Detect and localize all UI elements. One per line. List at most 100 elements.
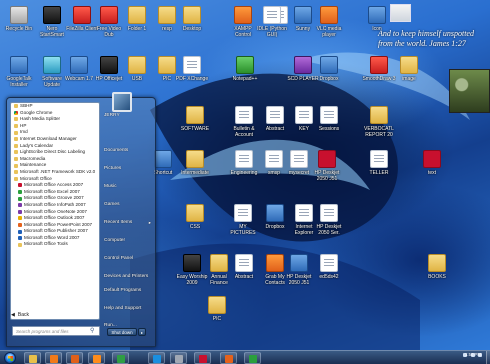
program-list-item[interactable]: Microsoft Office PowerPoint 2007 — [11, 222, 99, 229]
program-list-item[interactable]: Microsoft Office Excel 2007 — [11, 189, 99, 196]
program-label: Microsoft Office PowerPoint 2007 — [24, 221, 93, 227]
desktop-icon[interactable]: Abstract — [227, 254, 261, 280]
program-label: Maintenance — [20, 162, 47, 168]
desktop-icon[interactable]: PDF XChange — [175, 56, 209, 82]
program-list-item[interactable]: Microsoft Office Tools — [11, 241, 99, 248]
desktop-icon[interactable]: Nero StartSmart Essentials — [35, 6, 69, 38]
clock[interactable]: 1:50 PM — [461, 352, 485, 357]
program-list-item[interactable]: HP — [11, 123, 99, 130]
program-list-item[interactable]: Microsoft Office Access 2007 — [11, 182, 99, 189]
desktop-icon[interactable]: IDLE (Python GUI) — [255, 6, 289, 38]
start-menu-link[interactable]: Recent Items ▸ — [104, 217, 154, 229]
all-programs-list: SBHP Google Chrome Hash Media Splitter HP Im… — [10, 102, 100, 320]
program-list-item[interactable]: Maintenance — [11, 162, 99, 169]
folder-icon — [128, 56, 146, 74]
desktop-icon[interactable]: HP Deskjet 2050 J51 — [310, 150, 344, 182]
desktop-icon[interactable]: VERBOCATL REPORT 20 — [362, 106, 396, 138]
shutdown-button[interactable]: Shut down — [107, 328, 137, 336]
start-search-input[interactable]: Search programs and files ⚲ — [12, 326, 100, 336]
dropbox-icon — [320, 56, 338, 74]
desktop-icon[interactable]: HP Deskjet 2050 Ser. — [312, 204, 346, 236]
desktop-icon-label: Intermediate — [181, 170, 209, 176]
desktop-icon[interactable]: Notepad++ — [228, 56, 262, 82]
taskbar-button[interactable] — [45, 352, 62, 364]
program-label: LightScribe Direct Disc Labeling — [20, 149, 86, 155]
desktop-icon[interactable]: MY PICTURES — [226, 204, 260, 236]
taskbar: 1:50 PM — [0, 350, 490, 364]
taskbar-button[interactable] — [194, 352, 211, 364]
video-dub-icon — [100, 6, 118, 24]
desktop-icon[interactable]: text — [415, 150, 449, 176]
taskbar-button[interactable] — [112, 352, 129, 364]
program-list-item[interactable]: Microsoft .NET Framework SDK v2.0 — [11, 169, 99, 176]
desktop-icon[interactable]: PIC — [200, 296, 234, 322]
start-menu-link[interactable]: Computer — [104, 235, 154, 247]
taskbar-button[interactable] — [170, 352, 187, 364]
desktop-icon[interactable]: SOFTWARE — [178, 106, 212, 132]
shutdown-options-arrow-icon[interactable]: ▸ — [138, 328, 146, 336]
program-list-item[interactable]: Macromedia — [11, 156, 99, 163]
desktop-icon[interactable]: Desktop — [175, 6, 209, 32]
back-button[interactable]: ◀ Back — [11, 311, 29, 319]
folder-icon — [370, 106, 388, 124]
start-button[interactable] — [4, 352, 16, 364]
desktop-icon[interactable]: Bulletin & Account — [227, 106, 261, 138]
program-label: Imd — [20, 129, 28, 135]
program-list-item[interactable]: Microsoft Office — [11, 176, 99, 183]
program-list-item[interactable]: Microsoft Office Groove 2007 — [11, 195, 99, 202]
taskbar-button[interactable] — [24, 352, 41, 364]
program-label: Microsoft Office InfoPath 2007 — [24, 201, 86, 207]
program-list-item[interactable]: Hash Media Splitter — [11, 116, 99, 123]
start-menu-link[interactable]: Devices and Printers — [104, 271, 154, 283]
program-list-item[interactable]: Google Chrome — [11, 110, 99, 117]
start-menu-link[interactable]: Documents — [104, 145, 154, 157]
program-list-item[interactable]: Microsoft Office Publisher 2007 — [11, 228, 99, 235]
program-list-item[interactable]: Microsoft Office Word 2007 — [11, 235, 99, 242]
program-list-item[interactable]: Microsoft Office InfoPath 2007 — [11, 202, 99, 209]
desktop-icon[interactable]: Intermediate — [178, 150, 212, 176]
start-menu-link[interactable]: JERRY — [104, 110, 154, 122]
program-list-item[interactable]: LightScribe Direct Disc Labeling — [11, 149, 99, 156]
program-list-item[interactable]: Internet Download Manager — [11, 136, 99, 143]
start-menu-link[interactable]: Pictures — [104, 163, 154, 175]
desktop-icon-label: Icon — [372, 26, 382, 32]
desktop-icon[interactable]: HP Deskjet 2050 J51 — [282, 254, 316, 286]
start-menu-link[interactable]: Help and Support — [104, 303, 154, 315]
program-list-item[interactable]: Microsoft Office Outlook 2007 — [11, 215, 99, 222]
taskbar-button[interactable] — [244, 352, 261, 364]
wallpaper-quote: And to keep himself unspotted from the w… — [378, 29, 474, 48]
desktop-icon[interactable]: VLC media player — [312, 6, 346, 38]
desktop-icon[interactable]: TELLER — [362, 150, 396, 176]
desktop-icon[interactable]: Dropbox — [312, 56, 346, 82]
desktop-icon[interactable]: Engineering — [227, 150, 261, 176]
desktop-icon[interactable]: GoogleTalk Installer — [2, 56, 36, 88]
desktop-photo-widget[interactable] — [449, 69, 490, 113]
desktop-icon[interactable]: ed5ds42 — [312, 254, 346, 280]
start-menu-link[interactable]: Default Programs — [104, 285, 154, 297]
taskbar-button[interactable] — [148, 352, 165, 364]
desktop-icon[interactable]: USB — [120, 56, 154, 82]
desktop-icon[interactable]: Folder 1 — [120, 6, 154, 32]
program-list-item[interactable]: SBHP — [11, 103, 99, 110]
desktop-icon[interactable]: Webcam 1.7 — [62, 56, 96, 82]
program-label: Microsoft Office — [20, 175, 52, 181]
program-list-item[interactable]: Imd — [11, 129, 99, 136]
desktop-icon[interactable]: BOOKS — [420, 254, 454, 280]
start-menu-link[interactable]: Games — [104, 199, 154, 211]
taskbar-button[interactable] — [88, 352, 105, 364]
desktop-icon[interactable]: Sessions — [312, 106, 346, 132]
desktop-icon[interactable]: SmoothDraw 3 — [362, 56, 396, 82]
taskbar-button[interactable] — [66, 352, 83, 364]
folder-icon — [186, 204, 204, 222]
taskbar-button[interactable] — [220, 352, 237, 364]
show-desktop-button[interactable] — [486, 351, 490, 364]
start-menu-link[interactable]: Control Panel — [104, 253, 154, 265]
desktop-icon[interactable]: Recycle Bin — [2, 6, 36, 32]
desktop-icon[interactable]: CSS — [178, 204, 212, 230]
program-list-item[interactable]: Lady's Calendar — [11, 143, 99, 150]
desktop-icon[interactable]: Icon — [360, 6, 394, 32]
desktop-icon[interactable]: image — [392, 56, 426, 82]
folder-icon — [158, 6, 176, 24]
program-list-item[interactable]: Microsoft Office OneNote 2007 — [11, 209, 99, 216]
start-menu-link[interactable]: Music — [104, 181, 154, 193]
